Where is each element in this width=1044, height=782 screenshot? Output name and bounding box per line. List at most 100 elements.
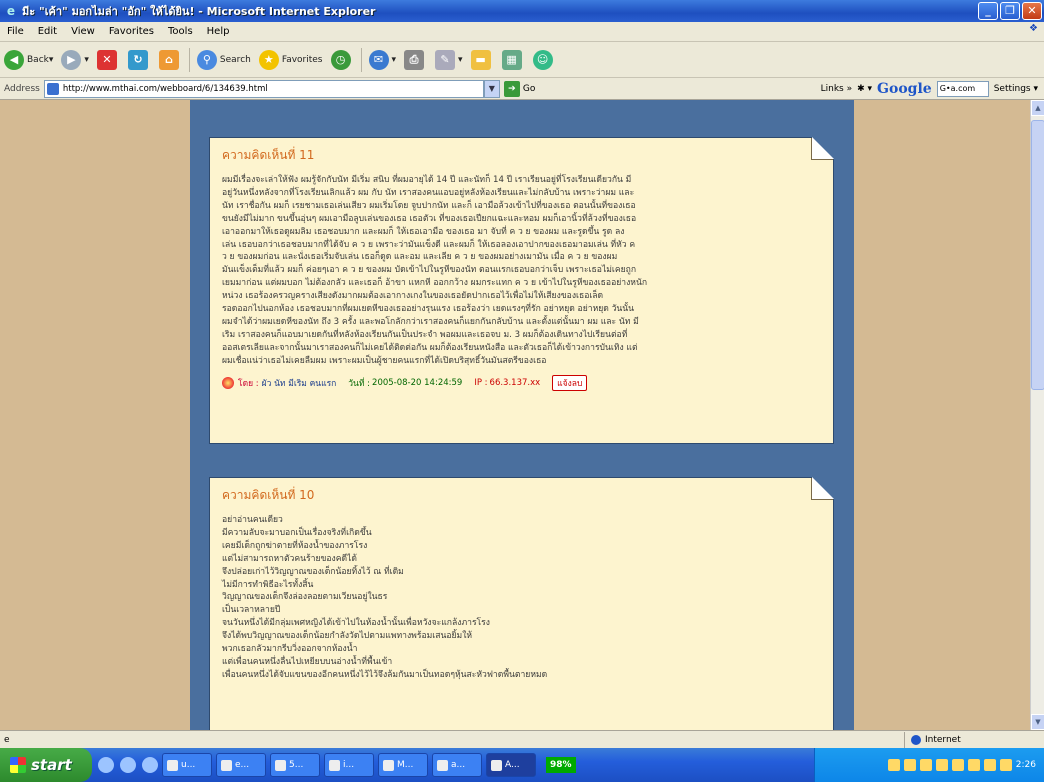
ip-label: IP : <box>474 377 488 388</box>
address-input[interactable]: http://www.mthai.com/webboard/6/134639.h… <box>43 79 484 98</box>
windows-logo-icon: ❖ <box>1029 22 1038 34</box>
ip-address: 66.3.137.xx <box>489 377 541 388</box>
messenger-button[interactable]: ☺ <box>532 47 556 73</box>
tray-icon[interactable] <box>919 759 932 771</box>
poster-name: ผัว นัท มีเริม คนแรก <box>261 378 337 389</box>
tray-icon[interactable] <box>935 759 948 771</box>
research-icon: ▦ <box>501 49 522 70</box>
edit-button[interactable]: ✎ ▾ <box>435 47 463 73</box>
scroll-thumb[interactable] <box>1031 120 1044 390</box>
date-label: วันที่ : <box>348 378 371 389</box>
favorites-button[interactable]: ★ Favorites <box>258 47 323 73</box>
tray-icon[interactable] <box>983 759 996 771</box>
window-icon <box>437 759 448 771</box>
windows-flag-icon <box>10 757 26 773</box>
toolbar-separator <box>188 47 190 72</box>
security-zone: Internet <box>904 731 1044 748</box>
links-button[interactable]: Links » <box>821 84 853 94</box>
print-button[interactable]: ⎙ <box>404 47 427 73</box>
window-title: มีะ "เค้า" มอกไมล่า "อัก" ให้ได้ยิน! - M… <box>22 5 376 18</box>
printer-icon: ⎙ <box>404 49 425 70</box>
google-search-input[interactable]: G•a.com <box>936 80 989 97</box>
page-content: ความคิดเห็นที่ 11 ผมมีเรื่องจะเล่าให้ฟัง… <box>0 100 1030 730</box>
google-settings-button[interactable]: Settings ▾ <box>994 84 1038 94</box>
title-bar[interactable]: e มีะ "เค้า" มอกไมล่า "อัก" ให้ได้ยิน! -… <box>0 0 1044 22</box>
tray-icon[interactable] <box>999 759 1012 771</box>
taskbar-item-active[interactable]: A... <box>486 753 536 777</box>
search-button[interactable]: ⚲ Search <box>196 47 251 73</box>
refresh-icon: ↻ <box>127 49 148 70</box>
close-button[interactable]: ✕ <box>1022 2 1042 20</box>
tray-icon[interactable] <box>887 759 900 771</box>
poster-icon <box>222 376 234 389</box>
taskbar-item[interactable]: 5... <box>270 753 320 777</box>
tray-icon[interactable] <box>967 759 980 771</box>
webboard-column: ความคิดเห็นที่ 11 ผมมีเรื่องจะเล่าให้ฟัง… <box>190 100 854 730</box>
address-dropdown-button[interactable]: ▼ <box>483 79 500 98</box>
history-button[interactable]: ◷ <box>330 47 354 73</box>
battery-percent: 98% <box>546 757 576 773</box>
go-arrow-icon: ➔ <box>503 80 520 97</box>
stop-button[interactable]: ✕ <box>96 47 120 73</box>
taskbar-item[interactable]: a... <box>432 753 482 777</box>
toolbar: ◀ Back ▾ ▶ ▾ ✕ ↻ ⌂ ⚲ Search ★ Favorites … <box>0 42 1044 78</box>
vertical-scrollbar[interactable]: ▲ ▼ <box>1030 100 1044 730</box>
toolbar-separator <box>360 47 362 72</box>
status-bar: e Internet <box>0 730 1044 748</box>
menu-bar: File Edit View Favorites Tools Help ❖ <box>0 22 1044 42</box>
quicklaunch-desktop-icon[interactable] <box>120 757 136 773</box>
research-button[interactable]: ▦ <box>501 47 525 73</box>
norton-icon[interactable]: ✱ ▾ <box>857 84 872 94</box>
refresh-button[interactable]: ↻ <box>127 47 151 73</box>
window-icon <box>329 759 340 771</box>
google-toolbar: Links » ✱ ▾ Google G•a.com Settings ▾ <box>821 80 1044 97</box>
menu-help[interactable]: Help <box>200 26 237 37</box>
home-button[interactable]: ⌂ <box>158 47 182 73</box>
back-arrow-icon: ◀ <box>4 49 24 70</box>
forward-arrow-icon: ▶ <box>61 49 82 70</box>
tray-icon[interactable] <box>903 759 916 771</box>
menu-file[interactable]: File <box>0 26 31 37</box>
clock[interactable]: 2:26 <box>1016 760 1036 770</box>
start-button[interactable]: start <box>0 748 92 782</box>
taskbar-item[interactable]: e... <box>216 753 266 777</box>
window-icon <box>167 759 178 771</box>
taskbar-item[interactable]: M... <box>378 753 428 777</box>
page-status-icon: e <box>4 734 10 745</box>
scroll-down-button[interactable]: ▼ <box>1031 714 1044 730</box>
forward-button[interactable]: ▶ ▾ <box>61 47 89 73</box>
report-button[interactable]: แจ้งลบ <box>552 374 588 391</box>
menu-favorites[interactable]: Favorites <box>102 26 161 37</box>
taskbar-item[interactable]: i... <box>324 753 374 777</box>
menu-view[interactable]: View <box>64 26 102 37</box>
comment-meta: โดย : ผัว นัท มีเริม คนแรก วันที่ : 2005… <box>222 374 821 391</box>
edit-icon: ✎ <box>435 49 456 70</box>
comment-body: ผมมีเรื่องจะเล่าให้ฟัง ผมรู้จักกับนัท มี… <box>222 175 648 366</box>
address-label: Address <box>4 83 40 94</box>
comment-card: ความคิดเห็นที่ 11 ผมมีเรื่องจะเล่าให้ฟัง… <box>209 137 834 444</box>
back-button[interactable]: ◀ Back ▾ <box>4 47 53 73</box>
quicklaunch-media-icon[interactable] <box>142 757 158 773</box>
quicklaunch-ie-icon[interactable] <box>98 757 114 773</box>
messenger-icon: ☺ <box>532 49 553 70</box>
google-logo[interactable]: Google <box>877 81 932 97</box>
comment-heading: ความคิดเห็นที่ 10 <box>222 488 315 502</box>
minimize-button[interactable]: _ <box>978 2 998 20</box>
scroll-up-button[interactable]: ▲ <box>1031 100 1044 116</box>
mail-button[interactable]: ✉ ▾ <box>368 47 396 73</box>
history-icon: ◷ <box>330 49 351 70</box>
window-icon <box>491 759 502 771</box>
taskbar-item[interactable]: u... <box>162 753 212 777</box>
maximize-button[interactable]: ❐ <box>1000 2 1020 20</box>
globe-icon <box>911 734 921 745</box>
ie-icon: e <box>6 4 16 18</box>
mail-icon: ✉ <box>368 49 389 70</box>
go-button[interactable]: ➔ Go <box>503 80 535 97</box>
ie-window: e มีะ "เค้า" มอกไมล่า "อัก" ให้ได้ยิน! -… <box>0 0 1044 782</box>
menu-tools[interactable]: Tools <box>161 26 200 37</box>
stop-icon: ✕ <box>96 49 117 70</box>
folder-button[interactable]: ▬ <box>470 47 494 73</box>
by-label: โดย : <box>238 378 259 389</box>
menu-edit[interactable]: Edit <box>31 26 64 37</box>
tray-icon[interactable] <box>951 759 964 771</box>
